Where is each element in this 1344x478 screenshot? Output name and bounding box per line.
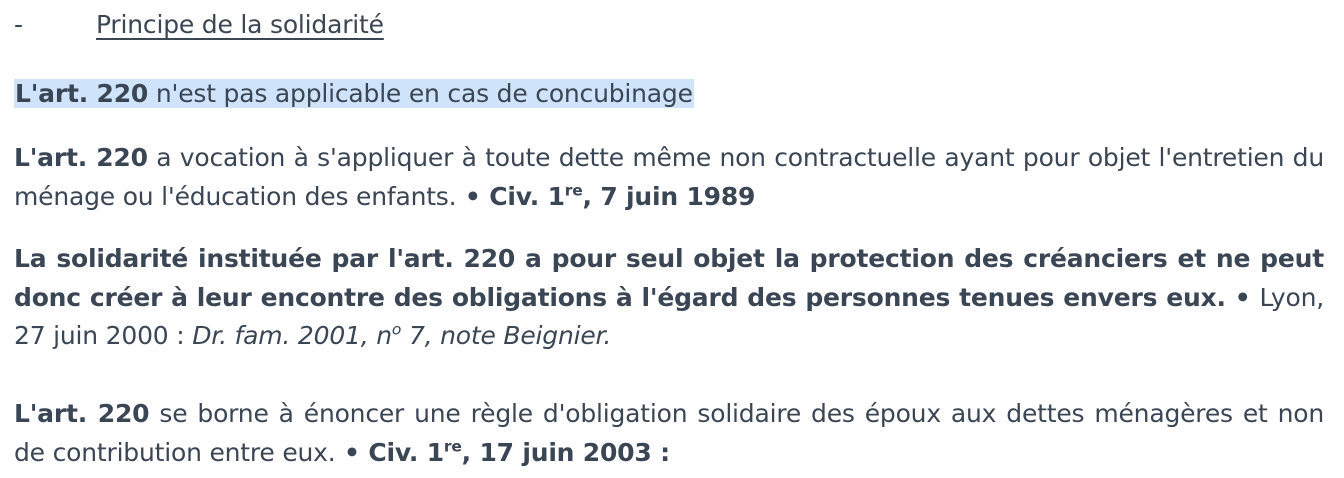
highlighted-selection: L'art. 220 n'est pas applicable en cas d… [14, 79, 694, 108]
article-reference: L'art. 220 [15, 79, 149, 108]
citation: Civ. 1re, 17 juin 2003 : [368, 436, 670, 467]
paragraph-concubinage: L'art. 220 n'est pas applicable en cas d… [14, 75, 1324, 114]
section-heading-row: - Principe de la solidarité [14, 10, 384, 39]
bullet-separator: • [335, 437, 369, 467]
document-page: - Principe de la solidarité L'art. 220 n… [0, 0, 1344, 478]
paragraph-bold-text: La solidarité instituée par l'art. 220 a… [14, 244, 1324, 312]
list-dash: - [14, 10, 23, 39]
journal-reference: Dr. fam. 2001, no 7, note Beignier. [192, 320, 612, 350]
section-heading: Principe de la solidarité [96, 10, 384, 39]
bullet-separator: • [456, 181, 490, 211]
article-reference: L'art. 220 [14, 399, 150, 428]
paragraph-vocation: L'art. 220 a vocation à s'appliquer à to… [14, 139, 1324, 216]
paragraph-contribution: L'art. 220 se borne à énoncer une règle … [14, 395, 1324, 472]
paragraph-text: n'est pas applicable en cas de concubina… [148, 79, 693, 108]
paragraph-creanciers: La solidarité instituée par l'art. 220 a… [14, 240, 1324, 356]
article-reference: L'art. 220 [14, 143, 148, 172]
bullet-separator: • [1225, 282, 1260, 312]
citation: Civ. 1re, 7 juin 1989 [489, 180, 756, 211]
